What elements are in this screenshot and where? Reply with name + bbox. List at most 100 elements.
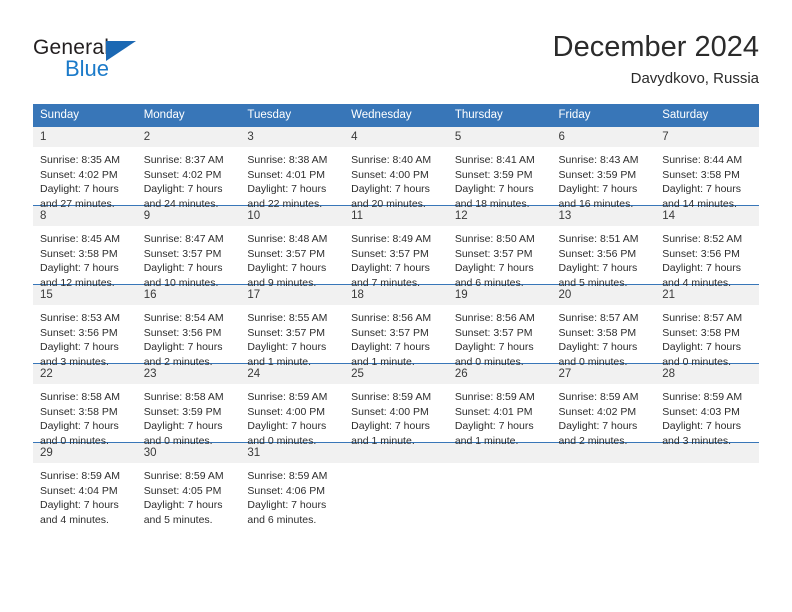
day-cell[interactable]: 26 Sunrise: 8:59 AM Sunset: 4:01 PM Dayligh… [447, 363, 552, 447]
day-cell[interactable]: 13 Sunrise: 8:51 AM Sunset: 3:56 PM Dayligh… [551, 205, 656, 289]
day-cell[interactable]: 5 Sunrise: 8:41 AM Sunset: 3:59 PM Daylight… [447, 126, 552, 210]
daylight-text-line2: and 4 minutes. [40, 513, 109, 526]
day-details: Sunrise: 8:41 AM Sunset: 3:59 PM Daylight:… [448, 147, 552, 210]
sunrise-text: Sunrise: 8:55 AM [247, 312, 328, 324]
sunrise-text: Sunrise: 8:37 AM [143, 154, 224, 166]
sunrise-text: Sunrise: 8:57 AM [662, 312, 743, 324]
sunset-text: Sunset: 4:00 PM [351, 405, 429, 418]
day-cell[interactable]: 4 Sunrise: 8:40 AM Sunset: 4:00 PM Daylight… [344, 126, 448, 210]
day-cell[interactable]: 20 Sunrise: 8:57 AM Sunset: 3:58 PM Dayligh… [551, 284, 656, 368]
day-cell[interactable]: 15 Sunrise: 8:53 AM Sunset: 3:56 PM Dayligh… [33, 284, 137, 368]
sunrise-text: Sunrise: 8:48 AM [247, 233, 328, 245]
day-cell[interactable]: 22 Sunrise: 8:58 AM Sunset: 3:58 PM Dayligh… [33, 363, 137, 447]
sunset-text: Sunset: 3:58 PM [662, 168, 740, 181]
weekday-header-wednesday: Wednesday [344, 104, 448, 127]
day-details: Sunrise: 8:59 AM Sunset: 4:06 PM Daylight:… [240, 463, 344, 526]
page-title: December 2024 [552, 31, 759, 63]
day-cell[interactable]: 30 Sunrise: 8:59 AM Sunset: 4:05 PM Dayligh… [136, 442, 241, 526]
sunrise-text: Sunrise: 8:59 AM [662, 391, 743, 403]
day-cell[interactable]: 6 Sunrise: 8:43 AM Sunset: 3:59 PM Daylight… [551, 126, 656, 210]
sunset-text: Sunset: 3:57 PM [351, 326, 429, 339]
day-cell[interactable]: 21 Sunrise: 8:57 AM Sunset: 3:58 PM Dayligh… [655, 284, 759, 368]
day-cell[interactable]: 25 Sunrise: 8:59 AM Sunset: 4:00 PM Dayligh… [344, 363, 448, 447]
sunset-text: Sunset: 4:06 PM [247, 484, 326, 497]
day-details: Sunrise: 8:45 AM Sunset: 3:58 PM Daylight:… [33, 226, 137, 289]
sunset-text: Sunset: 3:58 PM [40, 247, 118, 260]
sunrise-text: Sunrise: 8:58 AM [143, 391, 224, 403]
day-cell[interactable]: 1 Sunrise: 8:35 AM Sunset: 4:02 PM Daylight… [33, 126, 137, 210]
daylight-text-line1: Daylight: 7 hours [662, 341, 742, 354]
sunset-text: Sunset: 3:58 PM [40, 405, 118, 418]
day-details [655, 463, 759, 521]
day-details: Sunrise: 8:54 AM Sunset: 3:56 PM Daylight:… [137, 305, 241, 368]
daylight-text-line1: Daylight: 7 hours [247, 499, 327, 512]
logo-text-blue: Blue [65, 56, 110, 81]
sunset-text: Sunset: 4:05 PM [143, 484, 222, 497]
page-header: General Blue December 2024 Davydkovo, Ru… [0, 0, 792, 104]
day-cell[interactable]: 18 Sunrise: 8:56 AM Sunset: 3:57 PM Dayligh… [344, 284, 448, 368]
sunrise-text: Sunrise: 8:59 AM [558, 391, 639, 403]
day-number: 7 [655, 127, 759, 147]
day-details [344, 463, 448, 521]
week-row: 8 Sunrise: 8:45 AM Sunset: 3:58 PM Daylight… [33, 205, 759, 289]
sunrise-text: Sunrise: 8:44 AM [662, 154, 743, 166]
day-cell-empty [344, 442, 448, 521]
day-cell[interactable]: 24 Sunrise: 8:59 AM Sunset: 4:00 PM Dayligh… [240, 363, 345, 447]
sunset-text: Sunset: 4:00 PM [351, 168, 429, 181]
daylight-text-line1: Daylight: 7 hours [40, 183, 119, 196]
daylight-text-line1: Daylight: 7 hours [40, 420, 119, 433]
sunset-text: Sunset: 3:57 PM [351, 247, 429, 260]
day-details: Sunrise: 8:57 AM Sunset: 3:58 PM Daylight:… [655, 305, 759, 368]
day-cell[interactable]: 8 Sunrise: 8:45 AM Sunset: 3:58 PM Daylight… [33, 205, 137, 289]
sunset-text: Sunset: 3:57 PM [247, 326, 326, 339]
day-cell[interactable]: 27 Sunrise: 8:59 AM Sunset: 4:02 PM Dayligh… [551, 363, 656, 447]
day-cell[interactable]: 23 Sunrise: 8:58 AM Sunset: 3:59 PM Dayligh… [136, 363, 241, 447]
daylight-text-line1: Daylight: 7 hours [40, 499, 119, 512]
sunrise-text: Sunrise: 8:59 AM [40, 470, 120, 482]
sunrise-text: Sunrise: 8:56 AM [454, 312, 535, 324]
sunset-text: Sunset: 3:58 PM [662, 326, 740, 339]
sunset-text: Sunset: 4:01 PM [454, 405, 533, 418]
day-cell[interactable]: 2 Sunrise: 8:37 AM Sunset: 4:02 PM Daylight… [136, 126, 241, 210]
sunrise-text: Sunrise: 8:41 AM [454, 154, 535, 166]
daylight-text-line1: Daylight: 7 hours [454, 183, 534, 196]
week-row: 15 Sunrise: 8:53 AM Sunset: 3:56 PM Dayligh… [33, 284, 759, 368]
day-cell[interactable]: 10 Sunrise: 8:48 AM Sunset: 3:57 PM Dayligh… [240, 205, 345, 289]
sunset-text: Sunset: 4:02 PM [558, 405, 637, 418]
daylight-text-line1: Daylight: 7 hours [351, 420, 430, 433]
daylight-text-line1: Daylight: 7 hours [40, 262, 119, 275]
day-cell[interactable]: 12 Sunrise: 8:50 AM Sunset: 3:57 PM Dayligh… [447, 205, 552, 289]
day-cell[interactable]: 3 Sunrise: 8:38 AM Sunset: 4:01 PM Daylight… [240, 126, 345, 210]
daylight-text-line1: Daylight: 7 hours [662, 183, 742, 196]
sunrise-text: Sunrise: 8:59 AM [247, 470, 328, 482]
sunrise-text: Sunrise: 8:54 AM [143, 312, 224, 324]
day-cell[interactable]: 29 Sunrise: 8:59 AM Sunset: 4:04 PM Dayligh… [33, 442, 137, 526]
day-details: Sunrise: 8:51 AM Sunset: 3:56 PM Daylight:… [552, 226, 656, 289]
day-cell[interactable]: 19 Sunrise: 8:56 AM Sunset: 3:57 PM Dayligh… [447, 284, 552, 368]
weekday-header-row: Sunday Monday Tuesday Wednesday Thursday… [33, 104, 759, 127]
sunrise-text: Sunrise: 8:52 AM [662, 233, 743, 245]
sunrise-text: Sunrise: 8:45 AM [40, 233, 120, 245]
daylight-text-line1: Daylight: 7 hours [662, 420, 742, 433]
day-cell[interactable]: 11 Sunrise: 8:49 AM Sunset: 3:57 PM Dayligh… [344, 205, 448, 289]
day-cell[interactable]: 9 Sunrise: 8:47 AM Sunset: 3:57 PM Daylight… [136, 205, 241, 289]
daylight-text-line1: Daylight: 7 hours [558, 183, 638, 196]
day-cell[interactable]: 31 Sunrise: 8:59 AM Sunset: 4:06 PM Dayligh… [240, 442, 345, 526]
sunrise-text: Sunrise: 8:57 AM [558, 312, 639, 324]
day-cell[interactable]: 17 Sunrise: 8:55 AM Sunset: 3:57 PM Dayligh… [240, 284, 345, 368]
day-cell[interactable]: 16 Sunrise: 8:54 AM Sunset: 3:56 PM Dayligh… [136, 284, 241, 368]
day-cell[interactable]: 7 Sunrise: 8:44 AM Sunset: 3:58 PM Daylight… [655, 126, 759, 210]
day-cell[interactable]: 14 Sunrise: 8:52 AM Sunset: 3:56 PM Dayligh… [655, 205, 759, 289]
day-details: Sunrise: 8:40 AM Sunset: 4:00 PM Daylight:… [344, 147, 448, 210]
day-cell[interactable]: 28 Sunrise: 8:59 AM Sunset: 4:03 PM Dayligh… [655, 363, 759, 447]
weekday-header-saturday: Saturday [655, 104, 759, 127]
weekday-header-thursday: Thursday [447, 104, 552, 127]
general-blue-logo[interactable]: General Blue [33, 36, 213, 88]
daylight-text-line1: Daylight: 7 hours [143, 341, 223, 354]
day-cell-empty [655, 442, 759, 521]
day-details: Sunrise: 8:59 AM Sunset: 4:04 PM Daylight:… [33, 463, 137, 526]
day-cell-empty [551, 442, 656, 521]
calendar-body: 1 Sunrise: 8:35 AM Sunset: 4:02 PM Daylight… [33, 126, 759, 526]
day-details [552, 463, 656, 521]
day-details: Sunrise: 8:58 AM Sunset: 3:58 PM Daylight:… [33, 384, 137, 447]
